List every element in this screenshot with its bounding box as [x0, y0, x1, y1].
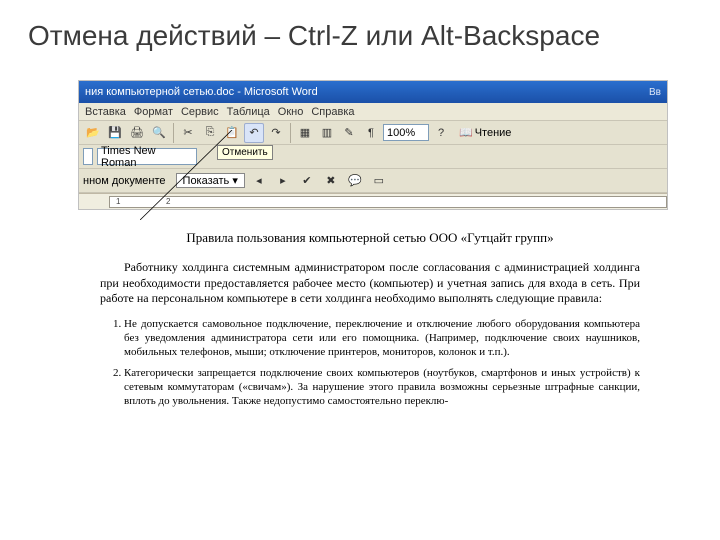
read-label: Чтение	[475, 127, 512, 139]
paste-button[interactable]: 📋	[222, 123, 242, 143]
menubar: Вставка Формат Сервис Таблица Окно Справ…	[79, 103, 667, 121]
word-titlebar: ния компьютерной сетью.doc - Microsoft W…	[79, 81, 667, 103]
list-item: Не допускается самовольное подключение, …	[124, 317, 640, 360]
zoom-combo[interactable]: 100%	[383, 124, 429, 141]
read-mode-button[interactable]: 📖 Чтение	[459, 126, 511, 139]
slide-title: Отмена действий – Ctrl-Z или Alt-Backspa…	[0, 0, 720, 52]
doc-heading: Правила пользования компьютерной сетью О…	[100, 230, 640, 246]
menu-insert[interactable]: Вставка	[85, 106, 126, 118]
titlebar-text: ния компьютерной сетью.doc - Microsoft W…	[85, 86, 318, 98]
para-marks-button[interactable]: ¶	[361, 123, 381, 143]
next-change-button[interactable]: ▸	[273, 171, 293, 191]
doc-rules-list: Не допускается самовольное подключение, …	[100, 317, 640, 409]
doc-paragraph: Работнику холдинга системным администрат…	[100, 260, 640, 307]
reject-button[interactable]: ✖	[321, 171, 341, 191]
type-question-hint: Вв	[649, 87, 661, 98]
accept-button[interactable]: ✔	[297, 171, 317, 191]
ruler: 1 2	[79, 193, 667, 209]
standard-toolbar: 📂 💾 🖨 🔍 ✂ ⎘ 📋 ↶ ↷ ▦ ▥ ✎ ¶ 100% ? 📖 Чтени…	[79, 121, 667, 145]
menu-tools[interactable]: Сервис	[181, 106, 219, 118]
table-button[interactable]: ▦	[295, 123, 315, 143]
undo-button[interactable]: ↶	[244, 123, 264, 143]
drawing-button[interactable]: ✎	[339, 123, 359, 143]
comment-button[interactable]: 💬	[345, 171, 365, 191]
list-item: Категорически запрещается подключение св…	[124, 366, 640, 409]
menu-format[interactable]: Формат	[134, 106, 173, 118]
divider	[290, 123, 291, 143]
menu-table[interactable]: Таблица	[227, 106, 270, 118]
save-button[interactable]: 💾	[105, 123, 125, 143]
help-button[interactable]: ?	[431, 123, 451, 143]
open-button[interactable]: 📂	[83, 123, 103, 143]
menu-help[interactable]: Справка	[311, 106, 354, 118]
page-background	[79, 209, 667, 210]
font-combo[interactable]: Times New Roman	[97, 148, 197, 165]
redo-button[interactable]: ↷	[266, 123, 286, 143]
show-button[interactable]: Показать ▾	[176, 173, 245, 188]
menu-window[interactable]: Окно	[278, 106, 304, 118]
columns-button[interactable]: ▥	[317, 123, 337, 143]
highlight-button[interactable]: ▭	[369, 171, 389, 191]
format-toolbar: Times New Roman	[79, 145, 667, 169]
final-doc-label: нном документе	[83, 175, 166, 187]
prev-change-button[interactable]: ◂	[249, 171, 269, 191]
print-button[interactable]: 🖨	[127, 123, 147, 143]
word-window: ния компьютерной сетью.doc - Microsoft W…	[78, 80, 668, 210]
divider	[173, 123, 174, 143]
cut-button[interactable]: ✂	[178, 123, 198, 143]
review-toolbar: нном документе Показать ▾ ◂ ▸ ✔ ✖ 💬 ▭	[79, 169, 667, 193]
print-preview-button[interactable]: 🔍	[149, 123, 169, 143]
document-content: Правила пользования компьютерной сетью О…	[100, 230, 640, 415]
style-combo[interactable]	[83, 148, 93, 165]
undo-tooltip: Отменить	[217, 145, 273, 160]
copy-button[interactable]: ⎘	[200, 123, 220, 143]
